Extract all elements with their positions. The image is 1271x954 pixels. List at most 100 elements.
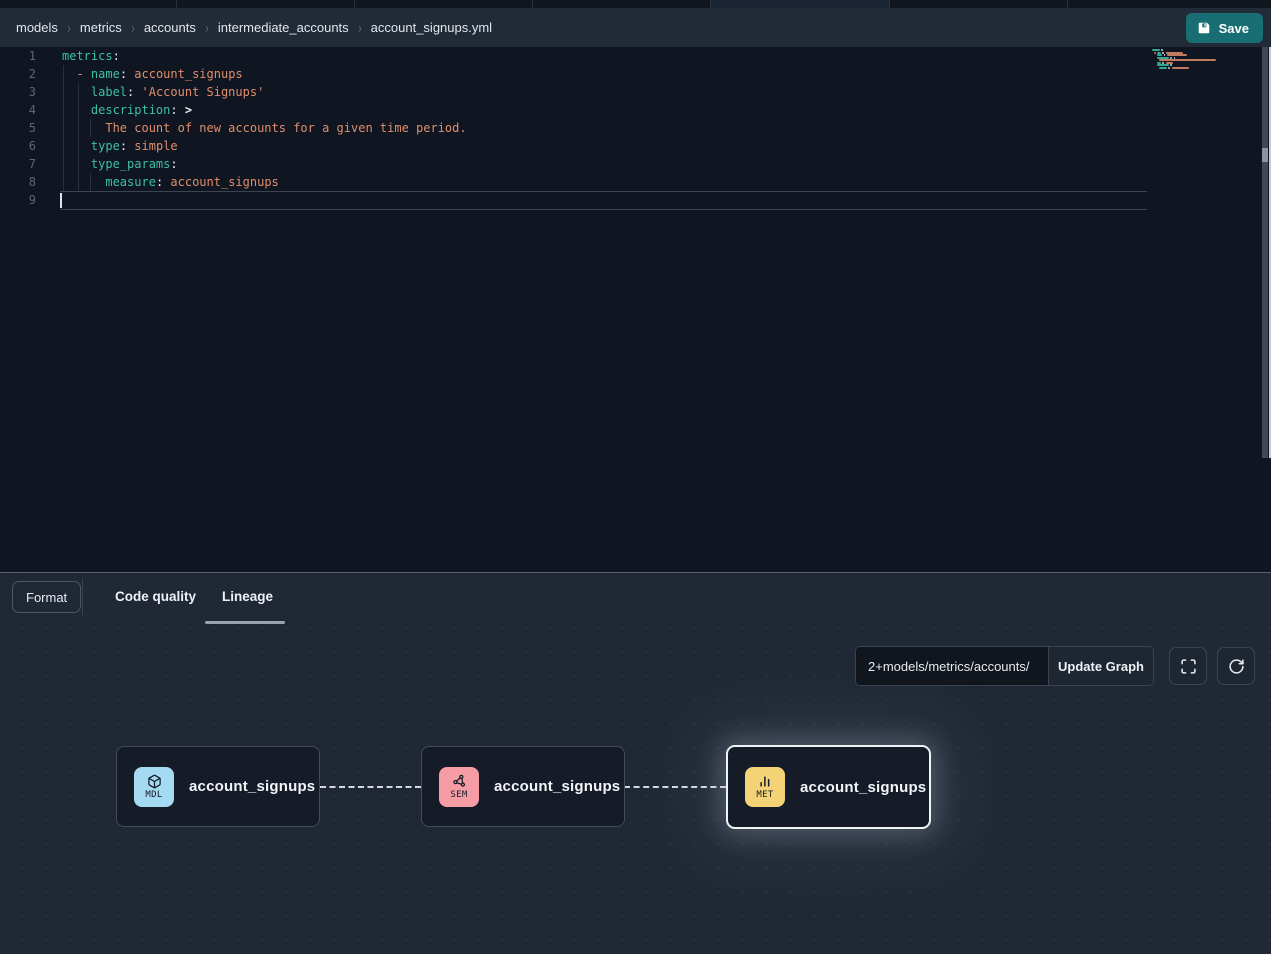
semantic-graph-icon bbox=[452, 774, 467, 789]
lineage-node-sem[interactable]: SEM account_signups bbox=[421, 746, 625, 827]
code-line[interactable]: type: simple bbox=[62, 137, 178, 155]
top-tab-6[interactable] bbox=[890, 0, 1068, 8]
fullscreen-icon bbox=[1180, 658, 1197, 675]
code-line[interactable]: description: > bbox=[62, 101, 192, 119]
met-badge: MET bbox=[745, 767, 785, 807]
code-token: : bbox=[113, 49, 120, 63]
code-token: > bbox=[178, 103, 192, 117]
lineage-selector-group: Update Graph bbox=[855, 646, 1154, 686]
save-button[interactable]: Save bbox=[1186, 13, 1263, 43]
save-icon bbox=[1197, 21, 1211, 35]
code-token bbox=[62, 67, 76, 81]
update-graph-button[interactable]: Update Graph bbox=[1048, 647, 1153, 685]
top-tab-7[interactable] bbox=[1068, 0, 1271, 8]
line-number: 8 bbox=[0, 173, 36, 191]
panel-divider bbox=[82, 578, 83, 617]
tab-lineage[interactable]: Lineage bbox=[222, 589, 273, 604]
top-tab-2[interactable] bbox=[177, 0, 355, 8]
refresh-button[interactable] bbox=[1217, 647, 1255, 685]
code-line[interactable]: measure: account_signups bbox=[62, 173, 279, 191]
code-token: account_signups bbox=[127, 67, 243, 81]
minimap-row bbox=[1152, 69, 1260, 71]
line-number: 1 bbox=[0, 47, 36, 65]
chevron-right-icon: › bbox=[205, 19, 209, 35]
mdl-badge: MDL bbox=[134, 767, 174, 807]
editor-scrollbar-handle[interactable] bbox=[1262, 148, 1268, 162]
code-token bbox=[62, 121, 105, 135]
code-line[interactable]: metrics: bbox=[62, 47, 120, 65]
code-token: metrics bbox=[62, 49, 113, 63]
current-line-highlight bbox=[60, 191, 1147, 210]
active-tab-underline bbox=[205, 621, 285, 624]
breadcrumb-item[interactable]: account_signups.yml bbox=[371, 20, 492, 35]
code-token: : bbox=[120, 139, 127, 153]
code-line[interactable]: The count of new accounts for a given ti… bbox=[62, 119, 467, 137]
line-number: 2 bbox=[0, 65, 36, 83]
line-number: 9 bbox=[0, 191, 36, 209]
code-token bbox=[62, 85, 91, 99]
tab-code-quality[interactable]: Code quality bbox=[115, 589, 196, 604]
text-cursor bbox=[60, 193, 62, 208]
top-tab-4[interactable] bbox=[533, 0, 711, 8]
code-token: : bbox=[120, 67, 127, 81]
code-token bbox=[62, 175, 105, 189]
top-tabstrip bbox=[0, 0, 1271, 8]
code-line[interactable]: type_params: bbox=[62, 155, 178, 173]
badge-label: MET bbox=[756, 790, 773, 800]
save-label: Save bbox=[1219, 21, 1249, 36]
code-token: label bbox=[91, 85, 127, 99]
code-token: 'Account Signups' bbox=[134, 85, 264, 99]
refresh-icon bbox=[1228, 658, 1245, 675]
bottom-panel: MDL account_signups SEM account_signups MET a… bbox=[0, 572, 1271, 954]
breadcrumb-item[interactable]: intermediate_accounts bbox=[218, 20, 349, 35]
lineage-selector-input[interactable] bbox=[856, 647, 1048, 685]
editor-minimap[interactable] bbox=[1152, 49, 1260, 73]
metric-chart-icon bbox=[758, 774, 773, 789]
code-line[interactable]: - name: account_signups bbox=[62, 65, 243, 83]
code-token: : bbox=[170, 157, 177, 171]
breadcrumb-item[interactable]: accounts bbox=[144, 20, 196, 35]
file-header-bar: models › metrics › accounts › intermediate_acc… bbox=[0, 8, 1271, 47]
editor-scrollbar-track[interactable] bbox=[1262, 47, 1268, 458]
code-token: : bbox=[170, 103, 177, 117]
top-tab-3[interactable] bbox=[355, 0, 533, 8]
chevron-right-icon: › bbox=[67, 19, 71, 35]
code-token: type bbox=[91, 139, 120, 153]
node-label: account_signups bbox=[494, 778, 620, 795]
code-token bbox=[62, 139, 91, 153]
breadcrumb-item[interactable]: models bbox=[16, 20, 58, 35]
fullscreen-button[interactable] bbox=[1169, 647, 1207, 685]
chevron-right-icon: › bbox=[358, 19, 362, 35]
chevron-right-icon: › bbox=[131, 19, 135, 35]
line-number: 6 bbox=[0, 137, 36, 155]
breadcrumb-item[interactable]: metrics bbox=[80, 20, 122, 35]
breadcrumb: models › metrics › accounts › intermediate_acc… bbox=[16, 8, 492, 47]
line-number: 4 bbox=[0, 101, 36, 119]
top-tab-5[interactable] bbox=[711, 0, 890, 8]
code-token: name bbox=[91, 67, 120, 81]
format-button[interactable]: Format bbox=[12, 581, 81, 613]
code-token: The count of new accounts for a given ti… bbox=[105, 121, 466, 135]
code-editor[interactable]: 123456789 metrics: - name: account_signu… bbox=[0, 47, 1271, 572]
lineage-node-met[interactable]: MET account_signups bbox=[726, 745, 931, 829]
code-token: description bbox=[91, 103, 170, 117]
code-token: - bbox=[76, 67, 90, 81]
code-token: account_signups bbox=[163, 175, 279, 189]
line-number: 5 bbox=[0, 119, 36, 137]
lineage-node-mdl[interactable]: MDL account_signups bbox=[116, 746, 320, 827]
badge-label: MDL bbox=[145, 790, 162, 800]
sem-badge: SEM bbox=[439, 767, 479, 807]
code-token: type_params bbox=[91, 157, 170, 171]
top-tab-1[interactable] bbox=[0, 0, 177, 8]
node-label: account_signups bbox=[189, 778, 315, 795]
code-line[interactable]: label: 'Account Signups' bbox=[62, 83, 264, 101]
code-token: simple bbox=[127, 139, 178, 153]
node-label: account_signups bbox=[800, 779, 926, 796]
lineage-edge bbox=[624, 786, 726, 788]
line-number: 7 bbox=[0, 155, 36, 173]
code-token bbox=[62, 157, 91, 171]
lineage-edge bbox=[320, 786, 421, 788]
code-token: measure bbox=[105, 175, 156, 189]
model-cube-icon bbox=[147, 774, 162, 789]
code-token bbox=[62, 103, 91, 117]
